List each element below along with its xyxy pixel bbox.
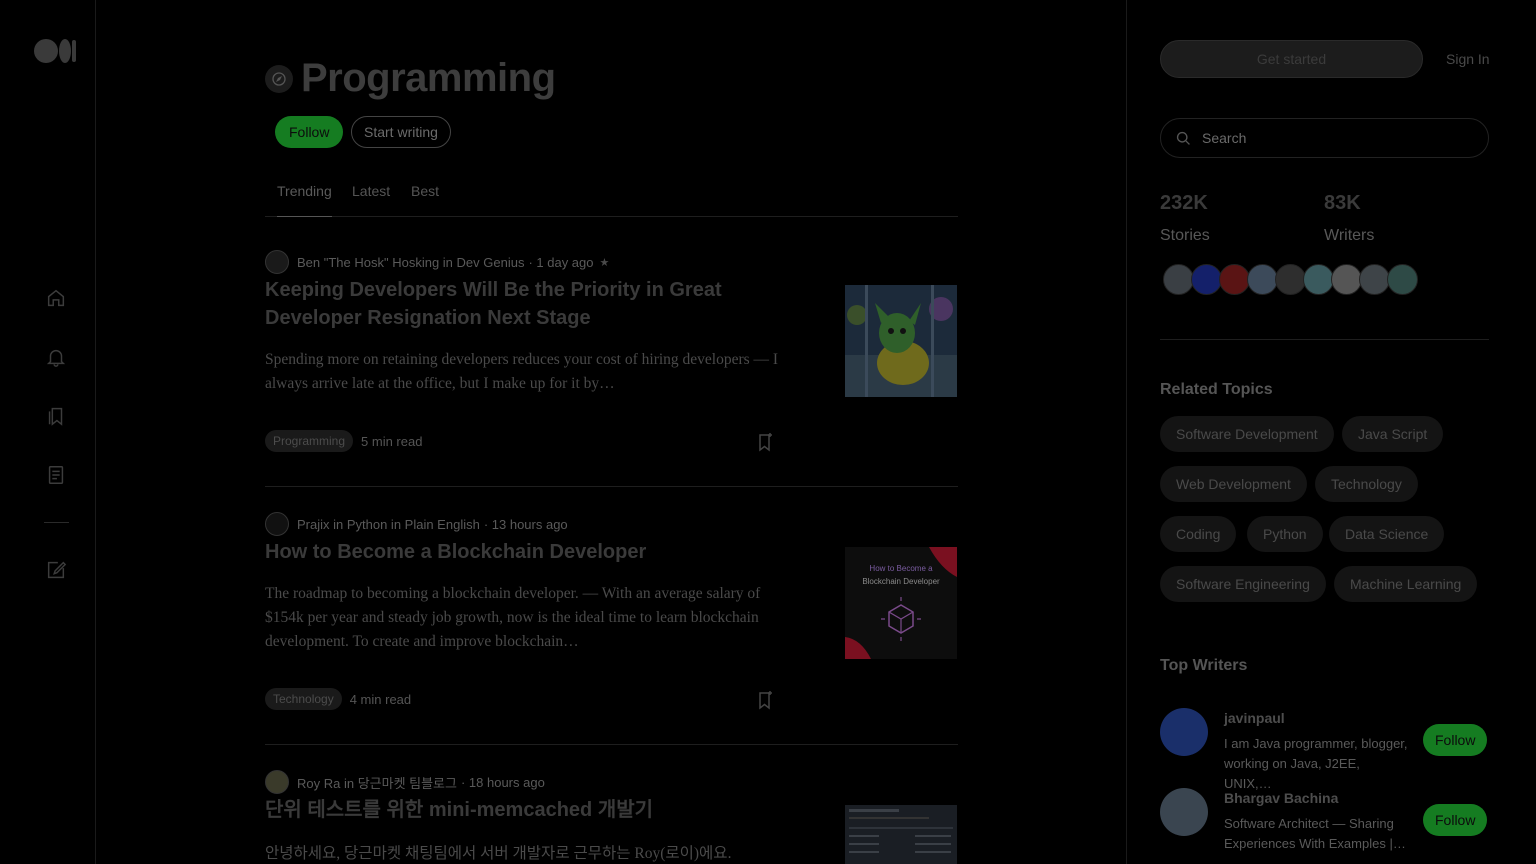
article-subtitle[interactable]: 안녕하세요, 당근마켓 채팅팀에서 서버 개발자로 근무하는 Roy(로이)에요…: [265, 842, 825, 864]
article-meta: Roy Ra in 당근마켓 팀블로그 · 18 hours ago: [265, 770, 545, 794]
article-card[interactable]: Ben "The Hosk" Hosking in Dev Genius · 1…: [265, 250, 958, 486]
avatar[interactable]: [1191, 264, 1222, 295]
writer-bio: Software Architect — Sharing Experiences…: [1224, 816, 1406, 851]
avatar[interactable]: [1160, 708, 1208, 756]
topic-chip[interactable]: Web Development: [1160, 466, 1307, 502]
article-footer: Technology 4 min read: [265, 688, 411, 710]
right-sidebar: Get started Sign In 232K Stories 83K Wri…: [1126, 0, 1536, 864]
topic-chip[interactable]: Machine Learning: [1334, 566, 1478, 602]
related-topics-heading: Related Topics: [1160, 381, 1273, 398]
member-star-icon: ★: [599, 256, 610, 269]
writer-bio: I am Java programmer, blogger, working o…: [1224, 736, 1408, 791]
article-title[interactable]: How to Become a Blockchain Developer: [265, 538, 785, 566]
top-writers-heading: Top Writers: [1160, 657, 1248, 674]
stories-count: 232K: [1160, 192, 1208, 214]
article-tag[interactable]: Technology: [265, 688, 342, 710]
feed-tabs: Trending Latest Best: [265, 180, 958, 217]
avatar[interactable]: [265, 250, 289, 274]
article-title[interactable]: 단위 테스트를 위한 mini-memcached 개발기: [265, 796, 825, 824]
follow-topic-button[interactable]: Follow: [275, 116, 344, 148]
topic-chip[interactable]: Python: [1247, 516, 1323, 552]
compass-icon: [265, 64, 293, 93]
bookmarks-icon[interactable]: [44, 404, 68, 428]
avatar[interactable]: [1303, 264, 1334, 295]
writer-item: Bhargav Bachina Software Architect — Sha…: [1160, 788, 1489, 858]
topic-chip[interactable]: Data Science: [1329, 516, 1445, 552]
article-thumbnail[interactable]: [845, 285, 957, 397]
article-author[interactable]: Prajix in Python in Plain English: [297, 517, 480, 532]
avatar[interactable]: [1331, 264, 1362, 295]
writer-item: javinpaul I am Java programmer, blogger,…: [1160, 708, 1489, 791]
get-started-button[interactable]: Get started: [1160, 40, 1423, 78]
avatar[interactable]: [265, 770, 289, 794]
article-meta: Prajix in Python in Plain English · 13 h…: [265, 512, 568, 536]
topic-chip[interactable]: Software Development: [1160, 416, 1334, 452]
search-box[interactable]: [1160, 118, 1489, 158]
write-icon[interactable]: [44, 558, 68, 582]
article-title[interactable]: Keeping Developers Will Be the Priority …: [265, 276, 785, 332]
article-thumbnail[interactable]: [845, 805, 957, 864]
writers-count: 83K: [1324, 192, 1361, 214]
divider: [265, 744, 958, 745]
bookmark-add-icon[interactable]: [755, 432, 775, 452]
topic-header: Programming: [265, 56, 556, 101]
writers-label: Writers: [1324, 227, 1375, 244]
follow-writer-button[interactable]: Follow: [1423, 724, 1488, 756]
sign-in-link[interactable]: Sign In: [1446, 51, 1490, 67]
avatar[interactable]: [265, 512, 289, 536]
avatar[interactable]: [1387, 264, 1418, 295]
divider: [1160, 339, 1489, 340]
avatar[interactable]: [1219, 264, 1250, 295]
article-author[interactable]: Ben "The Hosk" Hosking in Dev Genius: [297, 255, 524, 270]
avatar[interactable]: [1247, 264, 1278, 295]
bell-icon[interactable]: [44, 345, 68, 369]
tab-latest[interactable]: Latest: [352, 183, 390, 217]
medium-logo-icon[interactable]: [34, 38, 78, 64]
article-subtitle[interactable]: The roadmap to becoming a blockchain dev…: [265, 582, 785, 654]
start-writing-button[interactable]: Start writing: [351, 116, 451, 148]
article-card[interactable]: Prajix in Python in Plain English · 13 h…: [265, 512, 958, 744]
rail-divider: [44, 522, 69, 523]
avatar[interactable]: [1160, 788, 1208, 836]
tab-best[interactable]: Best: [411, 183, 439, 217]
avatar[interactable]: [1359, 264, 1390, 295]
topic-chip[interactable]: Java Script: [1342, 416, 1444, 452]
read-time: 5 min read: [361, 433, 423, 449]
left-rail: [0, 0, 96, 864]
article-subtitle[interactable]: Spending more on retaining developers re…: [265, 348, 785, 396]
topic-chip[interactable]: Software Engineering: [1160, 566, 1326, 602]
topic-chip[interactable]: Technology: [1315, 466, 1418, 502]
article-footer: Programming 5 min read: [265, 430, 422, 452]
avatar[interactable]: [1163, 264, 1194, 295]
stories-icon[interactable]: [44, 463, 68, 487]
stories-label: Stories: [1160, 227, 1210, 244]
read-time: 4 min read: [349, 691, 412, 707]
follow-writer-button[interactable]: Follow: [1423, 804, 1488, 836]
home-icon[interactable]: [44, 286, 68, 310]
writer-name[interactable]: javinpaul: [1224, 710, 1285, 726]
writer-name[interactable]: Bhargav Bachina: [1224, 790, 1338, 806]
topic-chip[interactable]: Coding: [1160, 516, 1237, 552]
article-time: · 1 day ago: [528, 254, 594, 270]
article-author[interactable]: Roy Ra in 당근마켓 팀블로그: [297, 773, 457, 792]
article-time: · 13 hours ago: [483, 516, 568, 532]
article-thumbnail[interactable]: How to Become a Blockchain Developer: [845, 547, 957, 659]
thumbnail-line-2: Blockchain Developer: [862, 577, 940, 586]
article-time: · 18 hours ago: [460, 774, 545, 790]
article-card[interactable]: Roy Ra in 당근마켓 팀블로그 · 18 hours ago 단위 테스…: [265, 770, 958, 864]
bookmark-add-icon[interactable]: [755, 690, 775, 710]
article-meta: Ben "The Hosk" Hosking in Dev Genius · 1…: [265, 250, 609, 274]
divider: [265, 486, 958, 487]
thumbnail-line-1: How to Become a: [869, 564, 933, 573]
tab-trending[interactable]: Trending: [277, 183, 332, 217]
search-input[interactable]: [1202, 130, 1462, 146]
search-icon: [1176, 131, 1190, 145]
page-title: Programming: [301, 56, 556, 100]
avatar[interactable]: [1275, 264, 1306, 295]
article-tag[interactable]: Programming: [265, 430, 354, 452]
